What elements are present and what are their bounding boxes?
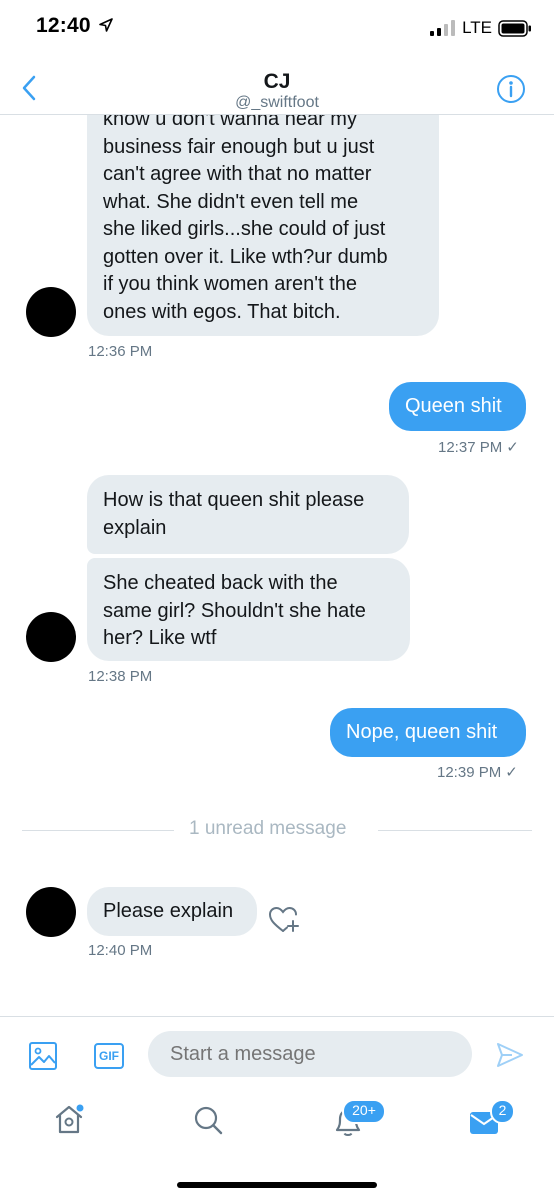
home-icon <box>55 1104 84 1134</box>
sent-check-icon: ✓ <box>506 439 519 456</box>
notifications-badge: 20+ <box>342 1099 386 1124</box>
message-bubble-incoming[interactable]: know u don't wanna hear my business fair… <box>87 94 439 336</box>
like-heart-icon[interactable] <box>268 904 302 936</box>
info-icon <box>497 75 525 103</box>
avatar[interactable] <box>26 887 76 937</box>
timestamp-text: 12:39 PM <box>437 764 502 781</box>
battery-icon <box>498 19 531 37</box>
clock-text: 12:40 <box>36 14 91 37</box>
tab-home[interactable] <box>52 1102 88 1138</box>
message-bubble-incoming[interactable]: Please explain <box>87 887 257 936</box>
divider-line <box>22 830 174 831</box>
signal-strength-icon <box>430 20 456 36</box>
search-icon <box>194 1106 223 1135</box>
message-timestamp: 12:37 PM ✓ <box>438 438 519 456</box>
avatar[interactable] <box>26 612 76 662</box>
network-type: LTE <box>462 18 492 37</box>
message-bubble-incoming[interactable]: How is that queen shit please explain <box>87 475 409 554</box>
message-timestamp: 12:38 PM <box>88 668 153 685</box>
avatar[interactable] <box>26 287 76 337</box>
location-arrow-icon <box>98 18 113 32</box>
sent-check-icon: ✓ <box>505 764 518 781</box>
message-timestamp: 12:39 PM ✓ <box>437 763 518 781</box>
status-indicators: LTE <box>430 18 532 38</box>
status-bar: 12:40 LTE <box>0 0 554 56</box>
info-button[interactable] <box>496 74 526 104</box>
messages-badge: 2 <box>490 1099 515 1124</box>
conversation-header: CJ @_swiftfoot <box>0 56 554 115</box>
tab-search[interactable] <box>192 1104 224 1136</box>
message-timestamp: 12:40 PM <box>88 942 153 959</box>
image-attach-button[interactable] <box>28 1041 58 1071</box>
send-button[interactable] <box>495 1041 525 1069</box>
gif-button[interactable]: GIF <box>94 1043 124 1069</box>
send-icon <box>497 1043 523 1067</box>
unread-divider-label: 1 unread message <box>189 818 347 839</box>
conversation-title[interactable]: CJ <box>0 70 554 94</box>
status-time: 12:40 <box>36 14 113 38</box>
conversation-handle[interactable]: @_swiftfoot <box>0 94 554 112</box>
home-indicator[interactable] <box>177 1182 377 1188</box>
message-bubble-outgoing[interactable]: Queen shit <box>389 382 526 431</box>
message-bubble-incoming[interactable]: She cheated back with the same girl? Sho… <box>87 558 410 661</box>
image-icon <box>29 1042 57 1070</box>
timestamp-text: 12:37 PM <box>438 439 503 456</box>
message-bubble-outgoing[interactable]: Nope, queen shit <box>330 708 526 757</box>
message-timestamp: 12:36 PM <box>88 343 153 360</box>
message-input[interactable] <box>148 1031 472 1077</box>
message-composer: GIF <box>0 1016 554 1093</box>
divider-line <box>378 830 532 831</box>
